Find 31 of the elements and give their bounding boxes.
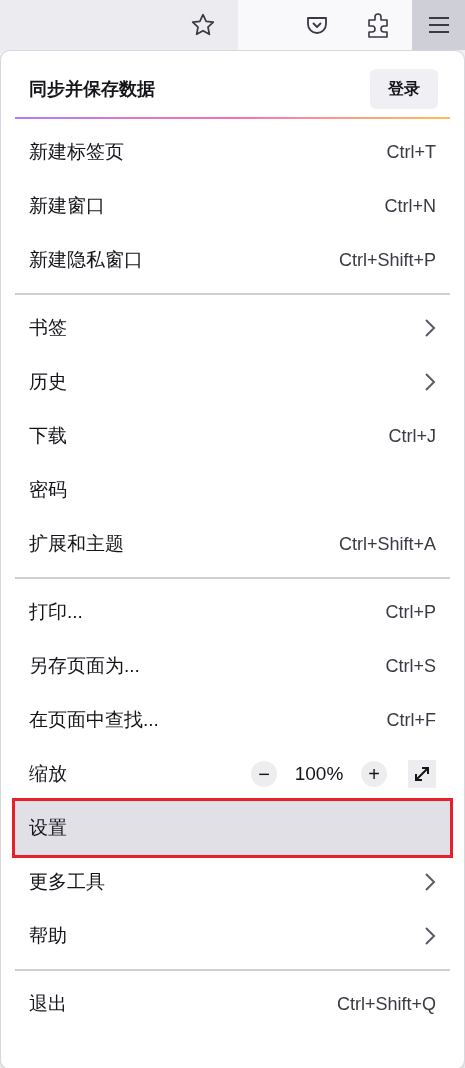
chevron-right-icon — [424, 318, 436, 338]
star-icon[interactable] — [190, 12, 216, 38]
menu-item[interactable]: 密码 — [15, 463, 450, 517]
menu-item[interactable]: 在页面中查找... Ctrl+F — [15, 693, 450, 747]
menu-item[interactable]: 新建标签页 Ctrl+T — [15, 125, 450, 179]
fullscreen-button[interactable] — [408, 760, 436, 788]
menu-item[interactable]: 扩展和主题 Ctrl+Shift+A — [15, 517, 450, 571]
chevron-right-icon — [424, 372, 436, 392]
puzzle-icon[interactable] — [367, 12, 391, 38]
menu-item[interactable]: 另存页面为... Ctrl+S — [15, 639, 450, 693]
menu-button[interactable] — [412, 0, 465, 50]
sign-in-button[interactable]: 登录 — [370, 69, 438, 109]
menu-item-label: 缩放 — [29, 761, 68, 786]
menu-icon — [427, 16, 450, 34]
menu-item[interactable]: 新建隐私窗口 Ctrl+Shift+P — [15, 233, 450, 287]
sync-title: 同步并保存数据 — [29, 77, 156, 101]
zoom-level: 100% — [293, 761, 345, 786]
menu-item[interactable]: 退出 Ctrl+Shift+Q — [15, 977, 450, 1031]
menu-item[interactable]: 打印... Ctrl+P — [15, 585, 450, 639]
menu-item[interactable]: 帮助 — [15, 909, 450, 963]
menu-item[interactable]: 新建窗口 Ctrl+N — [15, 179, 450, 233]
menu-item[interactable]: 书签 — [15, 301, 450, 355]
zoom-in-button[interactable]: + — [361, 761, 387, 787]
chevron-right-icon — [424, 926, 436, 946]
menu-item[interactable]: 下载 Ctrl+J — [15, 409, 450, 463]
menu-item[interactable]: 设置 — [15, 801, 450, 855]
zoom-out-button[interactable]: − — [251, 761, 277, 787]
menu-item[interactable]: 更多工具 — [15, 855, 450, 909]
expand-icon — [413, 765, 431, 783]
chevron-right-icon — [424, 872, 436, 892]
menu-item[interactable]: 历史 — [15, 355, 450, 409]
